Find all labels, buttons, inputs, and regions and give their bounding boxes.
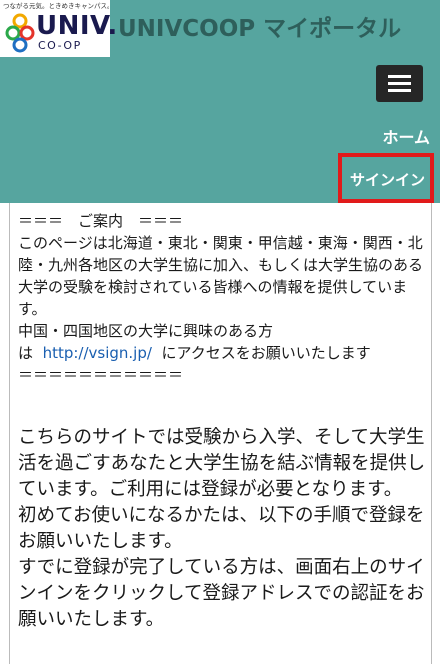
- link-suffix: にアクセスをお願いいたします: [161, 344, 371, 362]
- logo-subtext: CO-OP: [38, 39, 82, 52]
- nav-home-link[interactable]: ホーム: [382, 128, 430, 148]
- site-header: つながる元気。ときめきキャンパス。 UNIV. CO-OP UNIVCOOP マ…: [0, 0, 440, 203]
- logo-tagline: つながる元気。ときめきキャンパス。: [3, 2, 109, 10]
- page: つながる元気。ときめきキャンパス。 UNIV. CO-OP UNIVCOOP マ…: [0, 0, 440, 664]
- notice-link-line: は http://vsign.jp/ にアクセスをお願いいたします: [18, 342, 428, 364]
- site-title: UNIVCOOP マイポータル: [118, 16, 402, 42]
- link-prefix: は: [18, 344, 34, 362]
- logo-wordmark: UNIV.: [36, 11, 118, 41]
- intro-paragraph-1: こちらのサイトでは受験から入学、そして大学生活を過ごすあなたと大学生協を結ぶ情報…: [18, 427, 426, 500]
- notice-heading: ＝＝＝ ご案内 ＝＝＝: [18, 212, 184, 230]
- notice-chugoku-line: 中国・四国地区の大学に興味のある方: [18, 322, 274, 340]
- univcoop-logo[interactable]: つながる元気。ときめきキャンパス。 UNIV. CO-OP: [0, 0, 117, 57]
- intro-paragraph-3: すでに登録が完了している方は、画面右上のサインインをクリックして登録アドレスでの…: [18, 557, 425, 630]
- content-border-left: [9, 203, 10, 664]
- hamburger-menu-button[interactable]: [376, 65, 423, 102]
- intro-paragraph-2: 初めてお使いになるかたは、以下の手順で登録をお願いいたします。: [18, 505, 425, 552]
- main-content: ＝＝＝ ご案内 ＝＝＝ このページは北海道・東北・関東・甲信越・東海・関西・北陸…: [0, 203, 440, 664]
- coop-circles-icon: [5, 13, 35, 53]
- notice-section: ＝＝＝ ご案内 ＝＝＝ このページは北海道・東北・関東・甲信越・東海・関西・北陸…: [18, 210, 428, 386]
- notice-body: このページは北海道・東北・関東・甲信越・東海・関西・北陸・九州各地区の大学生協に…: [18, 234, 424, 318]
- intro-section: こちらのサイトでは受験から入学、そして大学生活を過ごすあなたと大学生協を結ぶ情報…: [18, 425, 428, 633]
- content-border-right: [431, 203, 432, 664]
- notice-divider: ＝＝＝＝＝＝＝＝＝＝＝: [18, 366, 184, 384]
- vsign-link[interactable]: http://vsign.jp/: [43, 344, 152, 362]
- nav-signin-link[interactable]: サインイン: [350, 170, 425, 190]
